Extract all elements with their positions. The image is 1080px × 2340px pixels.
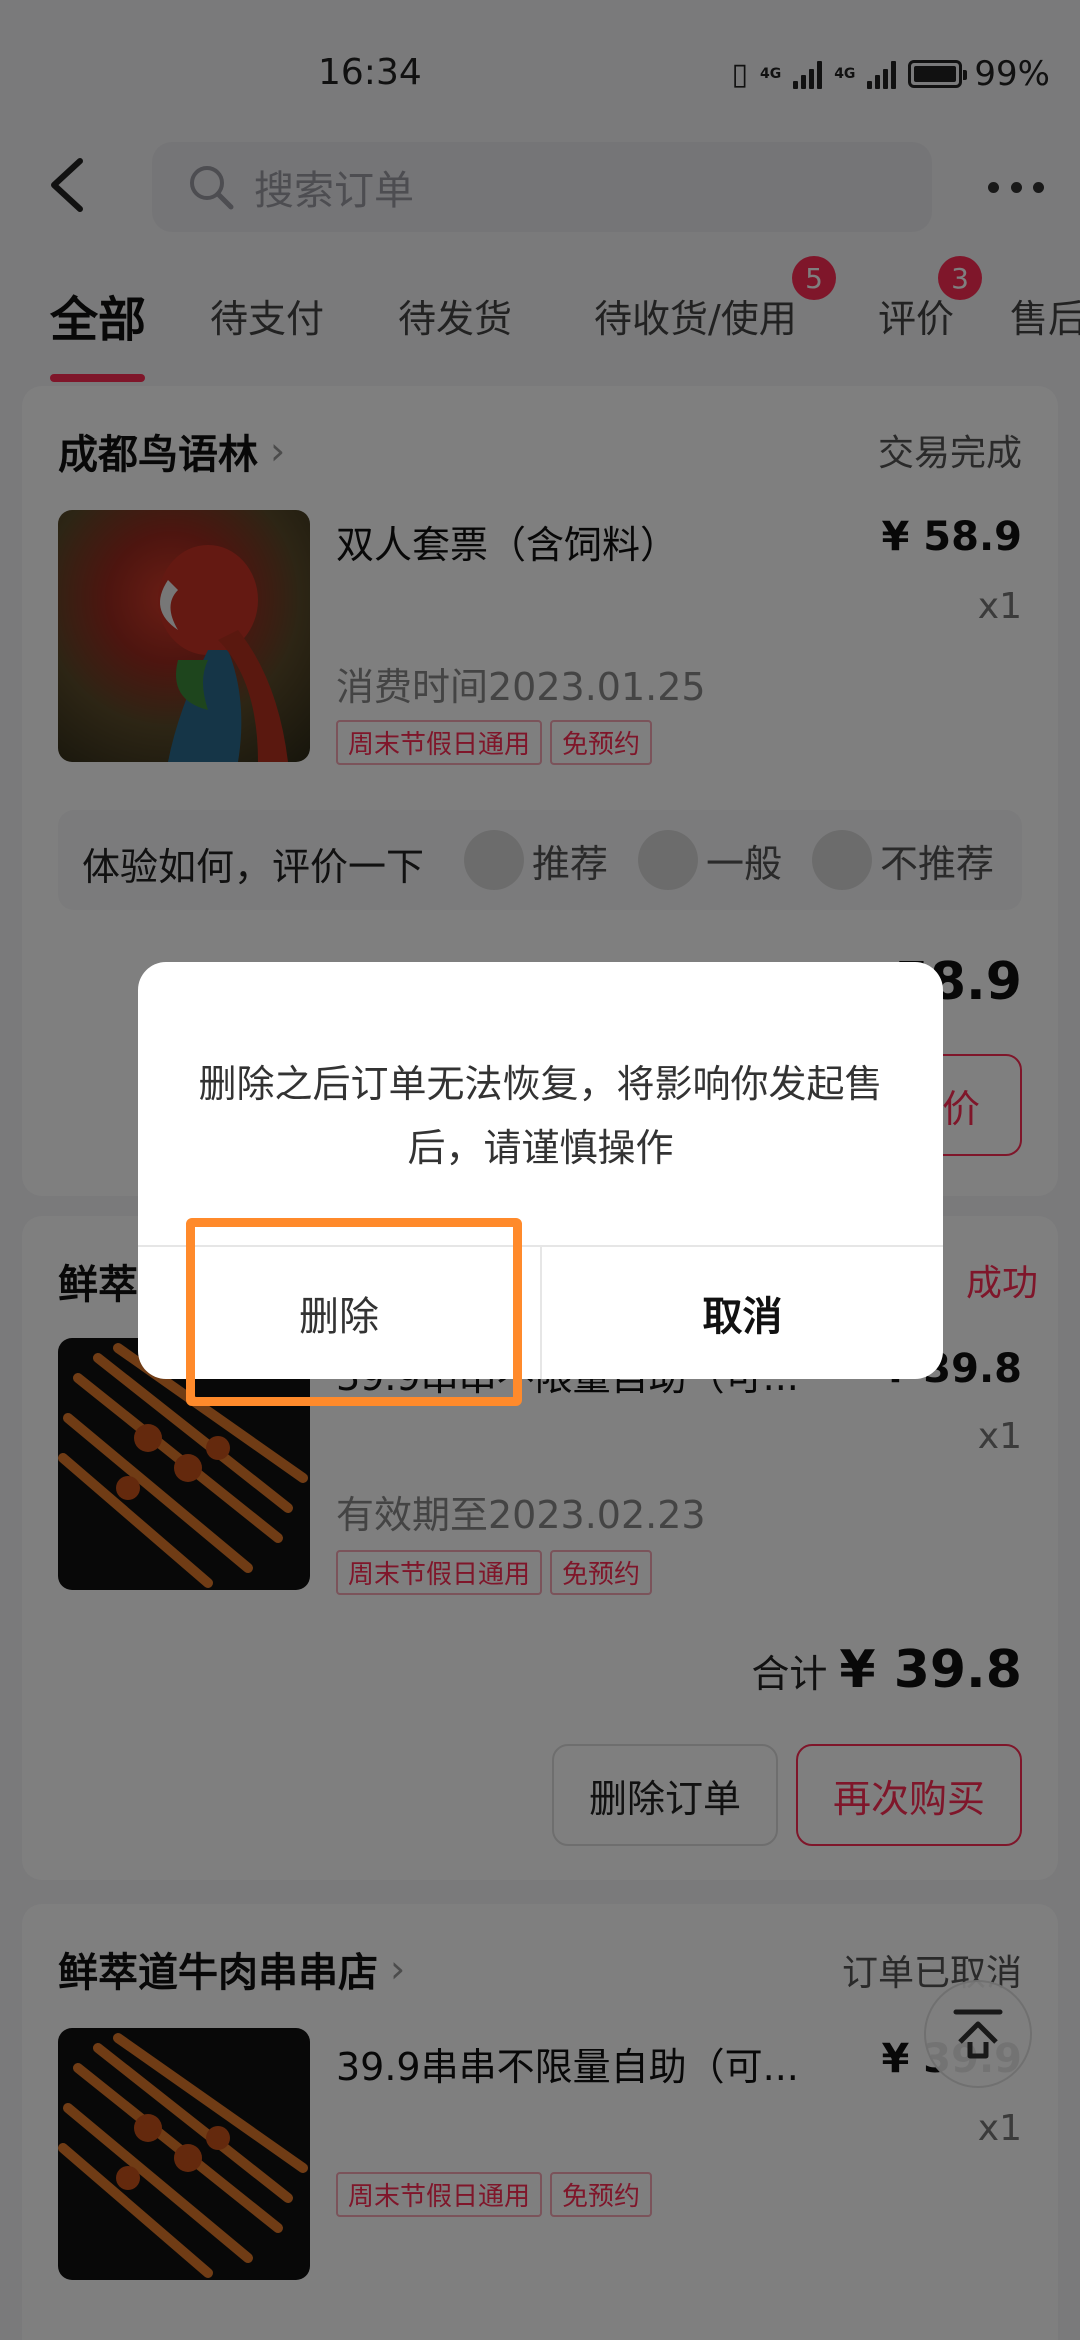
dialog-message: 删除之后订单无法恢复，将影响你发起售后，请谨慎操作 [198,1062,883,1170]
highlight-box [186,1218,522,1406]
dialog-cancel-button[interactable]: 取消 [542,1247,943,1379]
